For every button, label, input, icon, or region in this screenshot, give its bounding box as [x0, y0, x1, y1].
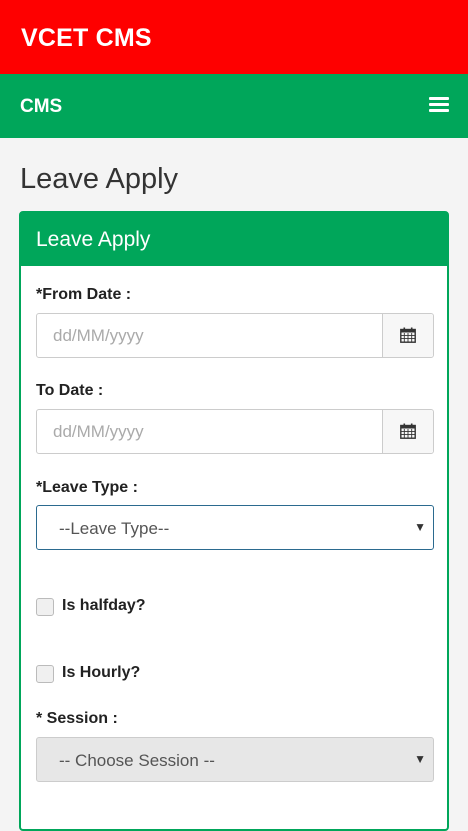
hourly-label[interactable]: Is Hourly?	[62, 664, 140, 682]
nav-brand[interactable]: CMS	[20, 96, 62, 118]
page-title: Leave Apply	[20, 163, 179, 195]
to-date-picker-button[interactable]	[382, 410, 433, 453]
from-date-label: *From Date :	[36, 286, 132, 303]
leave-type-selected-value: --Leave Type--	[59, 519, 170, 538]
leave-type-label: *Leave Type :	[36, 479, 138, 496]
app-header: VCET CMS	[0, 0, 468, 74]
from-date-input[interactable]	[37, 314, 382, 357]
halfday-checkbox[interactable]	[36, 598, 54, 616]
hamburger-icon[interactable]	[429, 97, 449, 115]
to-date-input[interactable]	[37, 410, 382, 453]
panel-title: Leave Apply	[36, 228, 151, 251]
chevron-down-icon: ▼	[414, 520, 426, 534]
chevron-down-icon: ▼	[414, 752, 426, 766]
calendar-icon	[400, 327, 416, 343]
session-label: * Session :	[36, 710, 118, 727]
panel-heading: Leave Apply	[21, 213, 447, 266]
leave-type-select[interactable]: --Leave Type-- ▼	[36, 505, 434, 550]
leave-apply-panel: Leave Apply *From Date : To Date :	[19, 211, 449, 831]
navbar: CMS	[0, 74, 468, 138]
from-date-group	[36, 313, 434, 358]
hourly-checkbox[interactable]	[36, 665, 54, 683]
halfday-label[interactable]: Is halfday?	[62, 597, 146, 615]
to-date-label: To Date :	[36, 382, 104, 399]
session-select[interactable]: -- Choose Session -- ▼	[36, 737, 434, 782]
calendar-icon	[400, 423, 416, 439]
from-date-picker-button[interactable]	[382, 314, 433, 357]
app-title: VCET CMS	[21, 24, 152, 52]
to-date-group	[36, 409, 434, 454]
session-selected-value: -- Choose Session --	[59, 751, 215, 770]
